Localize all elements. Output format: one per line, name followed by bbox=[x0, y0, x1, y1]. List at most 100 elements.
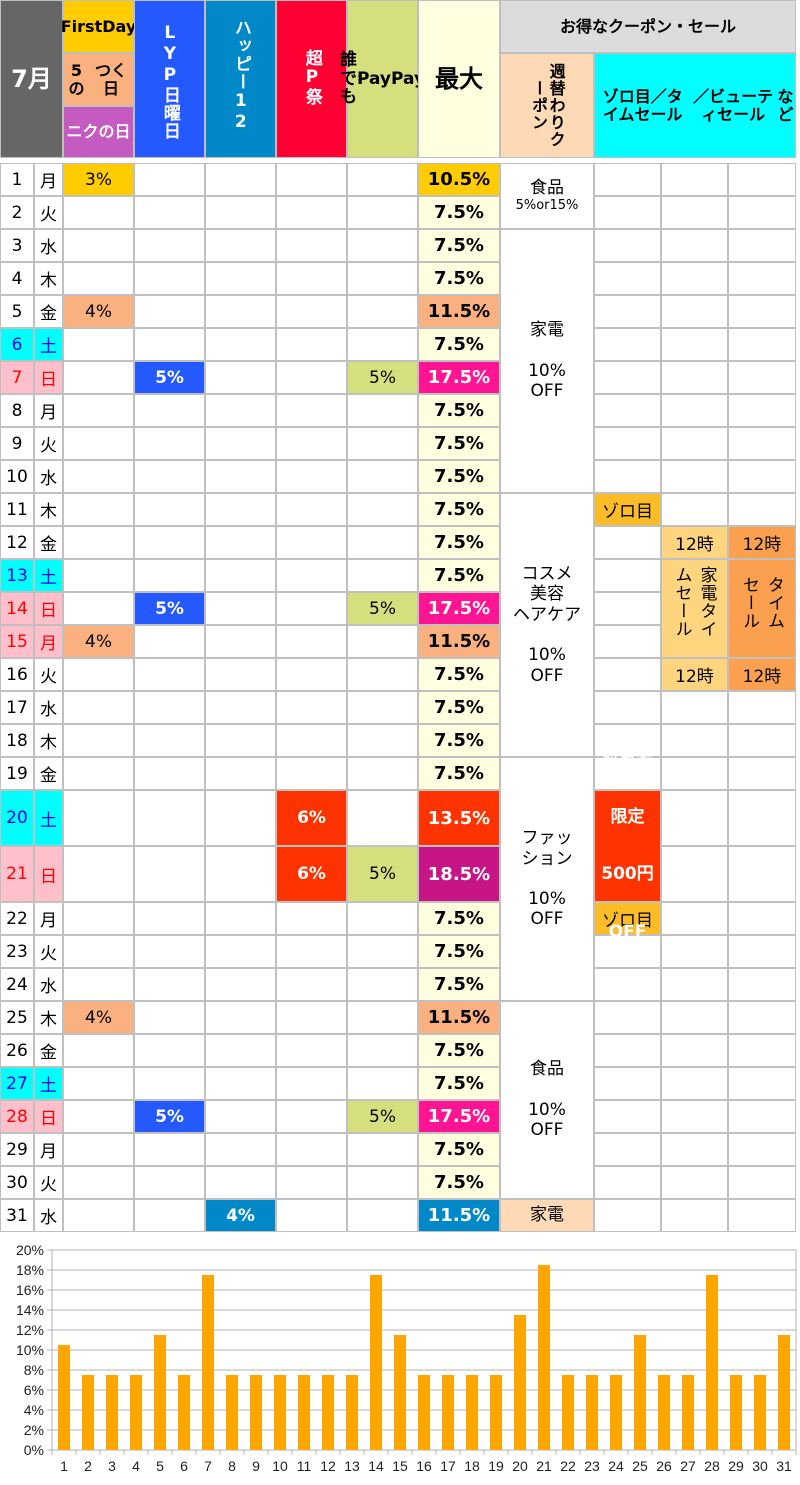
sale-cell bbox=[661, 262, 728, 295]
max-points-bar-chart: 0% 2% 4% 6% 8% 10% 12% 14% 16% 18% 20% 1 2 3 4 5 6 7 8 9 10 1… bbox=[0, 1240, 800, 1485]
first-five-niku-cell bbox=[63, 262, 134, 295]
sale-cell bbox=[661, 1199, 728, 1232]
daredemo-cell bbox=[347, 163, 418, 196]
daredemo-cell bbox=[347, 790, 418, 846]
time-sale-cell: タイムセール bbox=[728, 559, 796, 658]
sale-cell bbox=[661, 1133, 728, 1166]
daredemo-cell bbox=[347, 1067, 418, 1100]
happy12-cell bbox=[205, 1166, 276, 1199]
bar-day-30 bbox=[754, 1375, 766, 1450]
weekday-cell: 水 bbox=[34, 229, 63, 262]
daredemo-cell bbox=[347, 328, 418, 361]
sale-cell bbox=[661, 1166, 728, 1199]
bar-day-29 bbox=[730, 1375, 742, 1450]
chou-p-cell bbox=[276, 262, 347, 295]
sale-cell bbox=[594, 1199, 661, 1232]
weekday-cell: 水 bbox=[34, 968, 63, 1001]
y-tick-label: 6% bbox=[24, 1382, 44, 1398]
bar-day-9 bbox=[250, 1375, 262, 1450]
sale-cell bbox=[594, 559, 661, 592]
time-sale-start: 12時 bbox=[728, 526, 796, 559]
lyp-sunday-cell bbox=[134, 935, 205, 968]
lyp-sunday-cell bbox=[134, 625, 205, 658]
first-five-niku-cell bbox=[63, 559, 134, 592]
x-tick-label: 2 bbox=[84, 1458, 92, 1474]
happy12-cell bbox=[205, 427, 276, 460]
sale-cell bbox=[728, 1034, 796, 1067]
lyp-sunday-cell bbox=[134, 1034, 205, 1067]
lyp-sunday-cell bbox=[134, 493, 205, 526]
sale-cell bbox=[728, 295, 796, 328]
weekly-coupon-cell: 家電 bbox=[500, 1199, 594, 1232]
weekday-cell: 火 bbox=[34, 658, 63, 691]
happy12-cell: 4% bbox=[205, 1199, 276, 1232]
sale-cell bbox=[594, 1166, 661, 1199]
daredemo-cell bbox=[347, 427, 418, 460]
daredemo-cell bbox=[347, 724, 418, 757]
happy12-cell bbox=[205, 559, 276, 592]
sale-cell bbox=[661, 229, 728, 262]
sale-cell bbox=[594, 361, 661, 394]
sale-cell bbox=[728, 361, 796, 394]
date-cell: 25 bbox=[0, 1001, 34, 1034]
date-cell: 20 bbox=[0, 790, 34, 846]
bar-day-28 bbox=[706, 1275, 718, 1450]
sale-cell bbox=[594, 1100, 661, 1133]
chou-p-cell bbox=[276, 658, 347, 691]
happy12-cell bbox=[205, 790, 276, 846]
chou-p-cell bbox=[276, 295, 347, 328]
sale-cell bbox=[661, 1067, 728, 1100]
sale-cell bbox=[728, 328, 796, 361]
chou-p-cell bbox=[276, 691, 347, 724]
sale-cell bbox=[661, 790, 728, 846]
weekday-cell: 土 bbox=[34, 1067, 63, 1100]
daredemo-cell bbox=[347, 1034, 418, 1067]
y-tick-label: 14% bbox=[16, 1302, 44, 1318]
lyp-sunday-cell bbox=[134, 902, 205, 935]
happy12-cell bbox=[205, 394, 276, 427]
max-rate-cell: 7.5% bbox=[418, 724, 500, 757]
y-tick-label: 20% bbox=[16, 1242, 44, 1258]
sale-cell bbox=[594, 427, 661, 460]
chou-p-cell bbox=[276, 328, 347, 361]
date-cell: 2 bbox=[0, 196, 34, 229]
happy12-cell bbox=[205, 493, 276, 526]
sale-cell bbox=[728, 935, 796, 968]
happy12-cell bbox=[205, 526, 276, 559]
weekday-cell: 月 bbox=[34, 163, 63, 196]
happy12-cell bbox=[205, 328, 276, 361]
weekday-cell: 火 bbox=[34, 196, 63, 229]
chou-p-cell bbox=[276, 229, 347, 262]
x-tick-label: 1 bbox=[60, 1458, 68, 1474]
max-rate-cell: 7.5% bbox=[418, 658, 500, 691]
date-cell: 6 bbox=[0, 328, 34, 361]
bar-day-24 bbox=[610, 1375, 622, 1450]
daredemo-cell bbox=[347, 460, 418, 493]
lyp-sunday-cell bbox=[134, 229, 205, 262]
lyp-sunday-cell bbox=[134, 295, 205, 328]
chou-p-cell bbox=[276, 1067, 347, 1100]
date-cell: 31 bbox=[0, 1199, 34, 1232]
x-tick-label: 3 bbox=[108, 1458, 116, 1474]
max-rate-cell: 7.5% bbox=[418, 1067, 500, 1100]
first-five-niku-cell bbox=[63, 1133, 134, 1166]
date-cell: 17 bbox=[0, 691, 34, 724]
daredemo-cell bbox=[347, 968, 418, 1001]
lyp-sunday-cell bbox=[134, 394, 205, 427]
daredemo-cell bbox=[347, 691, 418, 724]
daredemo-cell bbox=[347, 526, 418, 559]
sale-cell bbox=[594, 229, 661, 262]
sale-cell bbox=[594, 394, 661, 427]
sale-cell bbox=[594, 328, 661, 361]
date-cell: 13 bbox=[0, 559, 34, 592]
chou-p-cell bbox=[276, 1100, 347, 1133]
bar-day-17 bbox=[442, 1375, 454, 1450]
first-five-niku-cell bbox=[63, 846, 134, 902]
sale-cell bbox=[661, 196, 728, 229]
lyp-sunday-cell bbox=[134, 262, 205, 295]
x-tick-label: 26 bbox=[656, 1458, 672, 1474]
x-tick-label: 7 bbox=[204, 1458, 212, 1474]
first-five-niku-cell bbox=[63, 1034, 134, 1067]
lyp-sunday-cell bbox=[134, 1067, 205, 1100]
weekday-cell: 木 bbox=[34, 262, 63, 295]
